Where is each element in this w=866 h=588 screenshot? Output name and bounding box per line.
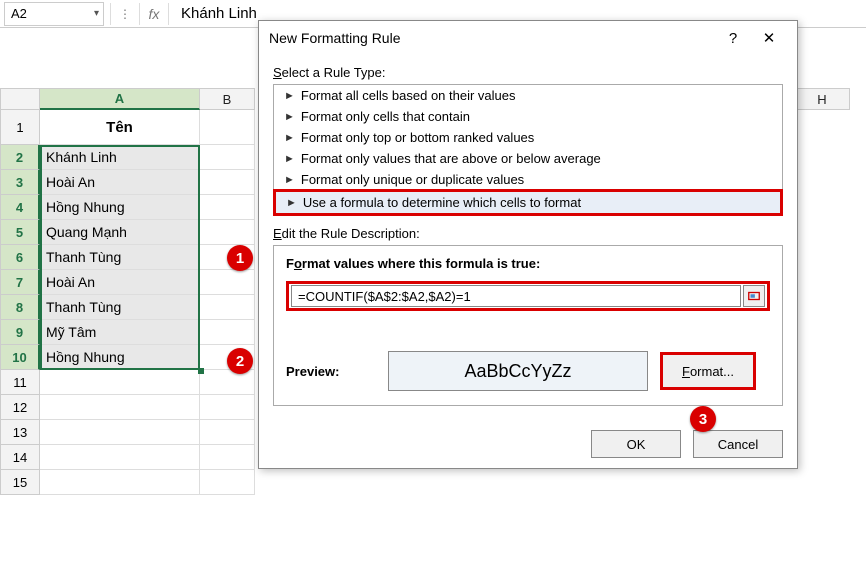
annotation-badge-1: 1 — [227, 245, 253, 271]
table-row[interactable]: Quang Mạnh — [40, 220, 200, 245]
cell[interactable] — [40, 395, 200, 420]
fill-handle[interactable] — [198, 368, 204, 374]
column-header-h[interactable]: H — [795, 88, 850, 110]
format-button[interactable]: Format... — [660, 352, 756, 390]
table-row[interactable]: Khánh Linh — [40, 145, 200, 170]
cell[interactable] — [200, 110, 255, 145]
formula-input-wrap — [286, 281, 770, 311]
dialog-body: SSelect a Rule Type:elect a Rule Type: ►… — [259, 55, 797, 420]
cell[interactable] — [200, 445, 255, 470]
column-header-b[interactable]: B — [200, 88, 255, 110]
dialog-titlebar[interactable]: New Formatting Rule ? ✕ — [259, 21, 797, 55]
cancel-button[interactable]: Cancel — [693, 430, 783, 458]
divider — [110, 3, 111, 25]
divider — [139, 3, 140, 25]
arrow-icon: ► — [284, 132, 295, 144]
cell[interactable] — [200, 470, 255, 495]
formula-label: Format values where this formula is true… — [286, 256, 770, 271]
row-header[interactable]: 8 — [0, 295, 40, 320]
table-row[interactable]: Hồng Nhung — [40, 195, 200, 220]
name-box[interactable]: A2 ▾ — [4, 2, 104, 26]
row-header[interactable]: 1 — [0, 110, 40, 145]
cell[interactable] — [200, 195, 255, 220]
table-row[interactable]: Hoài An — [40, 270, 200, 295]
dots-icon[interactable]: ⋮ — [113, 2, 137, 26]
help-button[interactable]: ? — [715, 25, 751, 51]
row-header[interactable]: 9 — [0, 320, 40, 345]
annotation-badge-3: 3 — [690, 406, 716, 432]
close-button[interactable]: ✕ — [751, 25, 787, 51]
row-header[interactable]: 6 — [0, 245, 40, 270]
row-header[interactable]: 10 — [0, 345, 40, 370]
cell[interactable] — [200, 145, 255, 170]
preview-label: Preview: — [286, 364, 376, 379]
row-header[interactable]: 15 — [0, 470, 40, 495]
formula-input[interactable] — [291, 285, 741, 307]
format-preview: AaBbCcYyZz — [388, 351, 648, 391]
cell[interactable] — [200, 420, 255, 445]
column-header-a[interactable]: A — [40, 88, 200, 110]
preview-row: Preview: AaBbCcYyZz Format... — [286, 351, 770, 391]
ok-button[interactable]: OK — [591, 430, 681, 458]
divider — [168, 3, 169, 25]
select-all-corner[interactable] — [0, 88, 40, 110]
rule-type-item[interactable]: ►Format only cells that contain — [274, 106, 782, 127]
cell[interactable] — [200, 370, 255, 395]
edit-rule-description-label: Edit the Rule Description: — [273, 226, 783, 241]
cell[interactable] — [200, 395, 255, 420]
chevron-down-icon[interactable]: ▾ — [94, 8, 99, 19]
cell[interactable] — [200, 220, 255, 245]
table-row[interactable]: Thanh Tùng — [40, 295, 200, 320]
cell[interactable] — [200, 170, 255, 195]
cell[interactable] — [200, 320, 255, 345]
rule-type-list[interactable]: ►Format all cells based on their values … — [273, 84, 783, 216]
cell[interactable] — [40, 445, 200, 470]
arrow-icon: ► — [286, 197, 297, 209]
row-header[interactable]: 2 — [0, 145, 40, 170]
cell[interactable] — [200, 270, 255, 295]
arrow-icon: ► — [284, 174, 295, 186]
rule-type-item[interactable]: ►Format only values that are above or be… — [274, 148, 782, 169]
cell[interactable] — [40, 370, 200, 395]
cell[interactable] — [40, 420, 200, 445]
arrow-icon: ► — [284, 90, 295, 102]
row-header[interactable]: 11 — [0, 370, 40, 395]
arrow-icon: ► — [284, 153, 295, 165]
collapse-dialog-icon[interactable] — [743, 285, 765, 307]
row-header[interactable]: 5 — [0, 220, 40, 245]
cell-reference: A2 — [11, 6, 27, 21]
row-header[interactable]: 4 — [0, 195, 40, 220]
rule-type-item[interactable]: ►Format only top or bottom ranked values — [274, 127, 782, 148]
annotation-badge-2: 2 — [227, 348, 253, 374]
edit-rule-box: Format values where this formula is true… — [273, 245, 783, 406]
cell[interactable] — [200, 295, 255, 320]
cell[interactable] — [40, 470, 200, 495]
rule-type-item[interactable]: ►Format only unique or duplicate values — [274, 169, 782, 190]
dialog-title: New Formatting Rule — [269, 30, 715, 46]
table-row[interactable]: Hoài An — [40, 170, 200, 195]
select-rule-type-label: SSelect a Rule Type:elect a Rule Type: — [273, 65, 783, 80]
row-header[interactable]: 13 — [0, 420, 40, 445]
table-row[interactable]: Mỹ Tâm — [40, 320, 200, 345]
rule-type-item-selected[interactable]: ►Use a formula to determine which cells … — [273, 189, 783, 216]
row-header[interactable]: 7 — [0, 270, 40, 295]
row-header[interactable]: 12 — [0, 395, 40, 420]
dialog-buttons: OK Cancel — [259, 420, 797, 468]
new-formatting-rule-dialog: New Formatting Rule ? ✕ SSelect a Rule T… — [258, 20, 798, 469]
table-row[interactable]: Hồng Nhung — [40, 345, 200, 370]
row-header[interactable]: 14 — [0, 445, 40, 470]
fx-icon[interactable]: fx — [142, 2, 166, 26]
table-header-cell[interactable]: Tên — [40, 110, 200, 145]
rule-type-item[interactable]: ►Format all cells based on their values — [274, 85, 782, 106]
arrow-icon: ► — [284, 111, 295, 123]
row-header[interactable]: 3 — [0, 170, 40, 195]
table-row[interactable]: Thanh Tùng — [40, 245, 200, 270]
